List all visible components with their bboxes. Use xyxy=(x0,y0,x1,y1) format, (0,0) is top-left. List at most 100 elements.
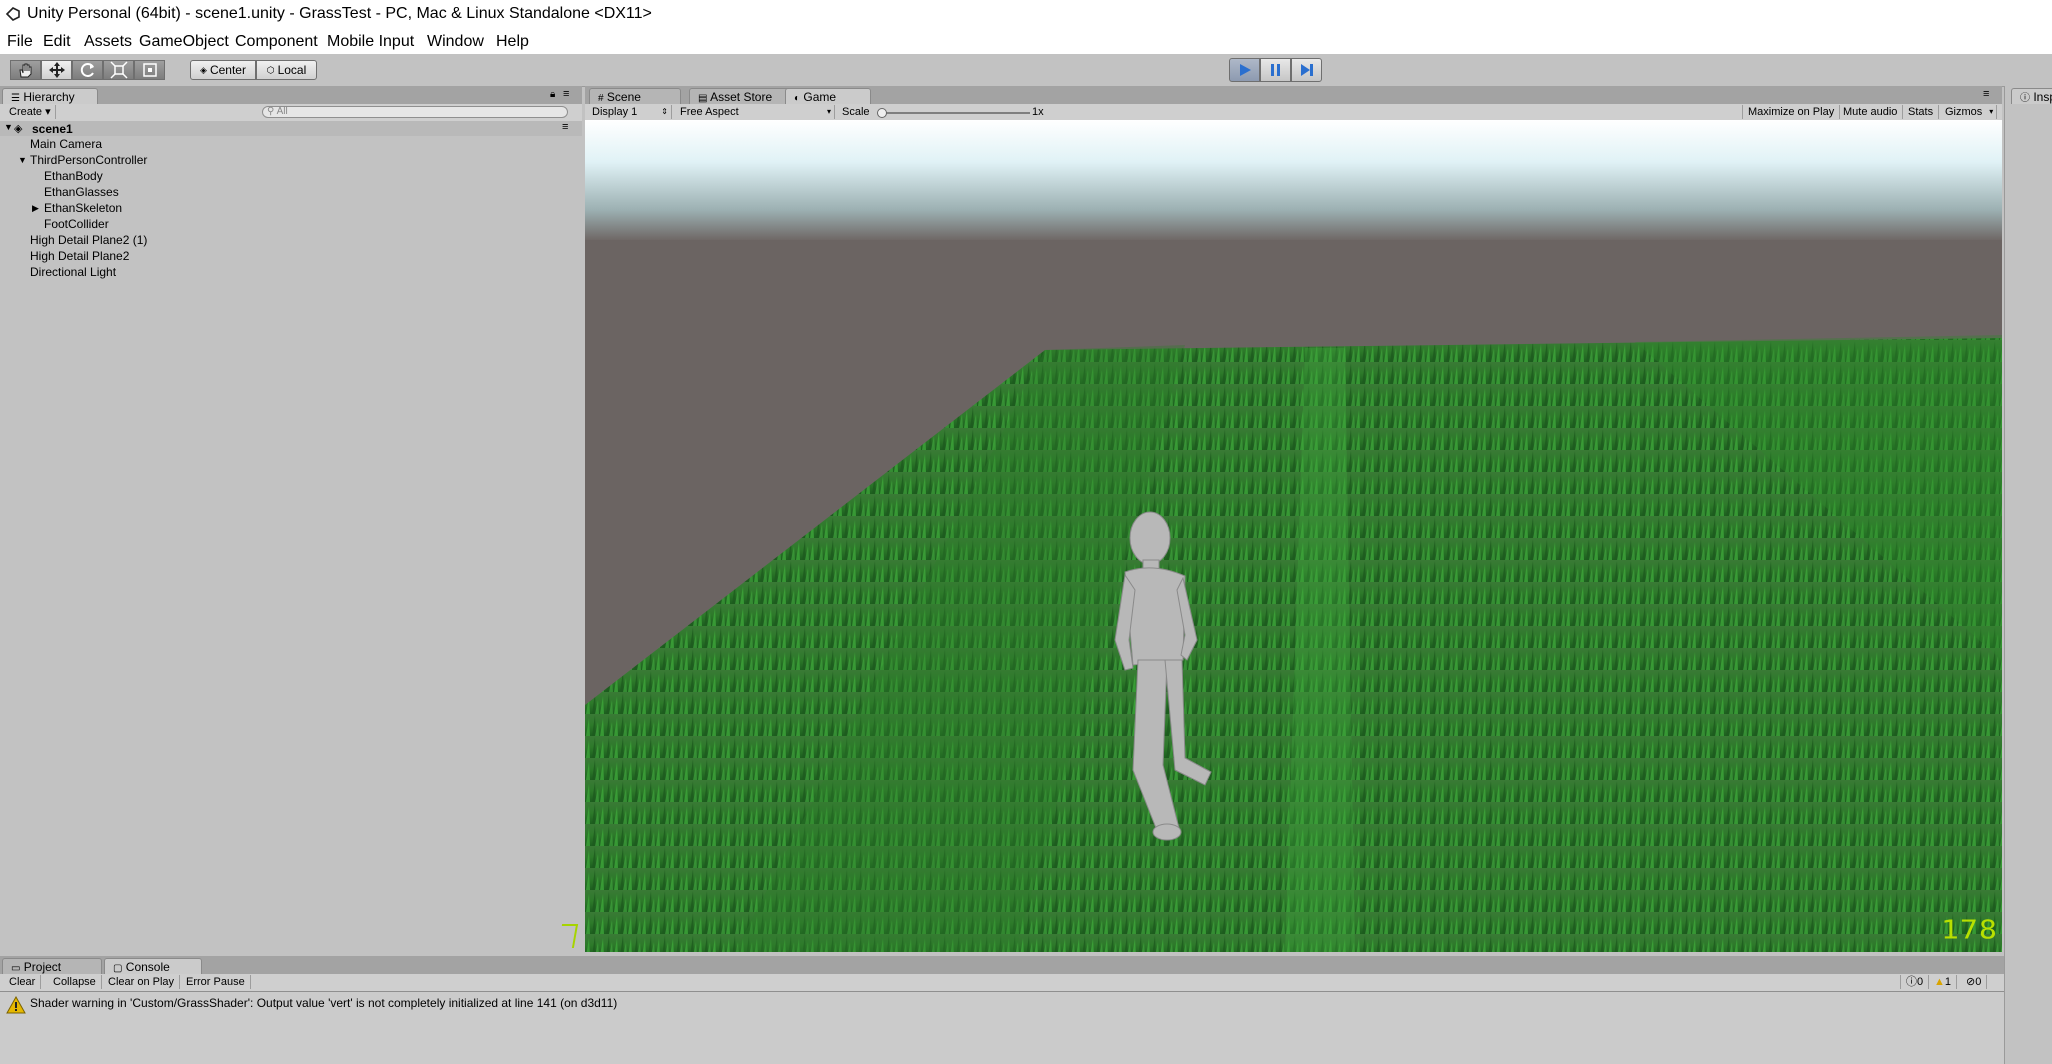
pause-button[interactable] xyxy=(1260,58,1291,82)
scale-label: Scale xyxy=(842,106,870,118)
console-collapse-toggle[interactable]: Collapse xyxy=(48,975,102,989)
step-icon xyxy=(1300,64,1313,76)
pivot-center-button[interactable]: ◈ Center xyxy=(190,60,256,80)
tab-hierarchy[interactable]: ☰ Hierarchy xyxy=(2,88,98,104)
space-local-button[interactable]: ⬡ Local xyxy=(256,60,317,80)
warning-filter-toggle[interactable]: ▲1 xyxy=(1929,975,1958,989)
gizmos-dropdown[interactable]: Gizmos ▾ xyxy=(1940,105,1998,119)
collapse-arrow-icon[interactable]: ▶ xyxy=(32,203,39,214)
tab-scene[interactable]: # Scene xyxy=(589,88,681,104)
scene-header-row[interactable]: ▼ ◈ scene1 ≡ xyxy=(0,121,582,136)
panel-menu-icon[interactable]: ≡ xyxy=(563,88,569,100)
clear-on-play-label: Clear on Play xyxy=(108,976,175,988)
window-title: Unity Personal (64bit) - scene1.unity - … xyxy=(27,5,652,22)
error-count: 0 xyxy=(1975,976,1982,988)
local-space-icon: ⬡ xyxy=(266,64,275,75)
menu-mobile-input[interactable]: Mobile Input xyxy=(327,33,414,51)
hierarchy-search-input[interactable]: ⚲ All xyxy=(262,106,568,118)
menu-file[interactable]: File xyxy=(7,33,33,51)
search-placeholder: All xyxy=(276,106,288,117)
stats-toggle[interactable]: Stats xyxy=(1903,105,1940,119)
pause-icon xyxy=(1270,64,1280,76)
expand-arrow-icon[interactable]: ▼ xyxy=(18,155,27,165)
menu-window[interactable]: Window xyxy=(427,33,484,51)
hierarchy-item-label: ThirdPersonController xyxy=(30,153,148,167)
tab-console[interactable]: ▢ Console xyxy=(104,958,202,974)
play-button[interactable] xyxy=(1229,58,1260,82)
hierarchy-item[interactable]: Main Camera xyxy=(30,137,102,151)
hierarchy-item[interactable]: High Detail Plane2 (1) xyxy=(30,233,147,247)
menu-edit[interactable]: Edit xyxy=(43,33,71,51)
menu-assets[interactable]: Assets xyxy=(84,33,132,51)
pivot-label: Center xyxy=(209,63,246,77)
info-bubble-icon: ⓘ xyxy=(1906,976,1917,988)
scale-slider[interactable] xyxy=(877,108,1030,118)
scale-slider-handle[interactable] xyxy=(877,108,887,118)
hierarchy-item-label: Main Camera xyxy=(30,137,103,151)
stats-label: Stats xyxy=(1908,106,1934,118)
gizmos-label: Gizmos xyxy=(1945,106,1983,118)
move-tool-icon xyxy=(48,62,65,78)
title-bar: Unity Personal (64bit) - scene1.unity - … xyxy=(0,0,2052,30)
hierarchy-item-label: High Detail Plane2 (1) xyxy=(30,233,148,247)
warning-icon xyxy=(6,996,26,1014)
tab-project[interactable]: ▭ Project xyxy=(2,958,102,974)
rotate-tool-button[interactable] xyxy=(72,60,103,80)
tab-asset-store[interactable]: ▤ Asset Store xyxy=(689,88,791,104)
mute-audio-toggle[interactable]: Mute audio xyxy=(1838,105,1904,119)
rect-tool-button[interactable] xyxy=(134,60,165,80)
pivot-icon: ◈ xyxy=(200,64,207,75)
aspect-dropdown[interactable]: Free Aspect ▾ xyxy=(675,105,835,119)
expand-arrow-icon[interactable]: ▼ xyxy=(4,122,13,132)
error-filter-toggle[interactable]: ⊘0 xyxy=(1961,975,1988,989)
collapse-label: Collapse xyxy=(53,976,96,988)
inspector-panel: ⓘ Insp xyxy=(2004,86,2052,1064)
hierarchy-item[interactable]: EthanGlasses xyxy=(44,185,119,199)
console-message: Shader warning in 'Custom/GrassShader': … xyxy=(30,996,618,1010)
hierarchy-item[interactable]: EthanBody xyxy=(44,169,103,183)
unity-logo-icon xyxy=(5,7,20,21)
info-filter-toggle[interactable]: ⓘ0 xyxy=(1900,975,1930,989)
space-label: Local xyxy=(277,63,307,77)
hand-tool-button[interactable] xyxy=(10,60,41,80)
console-log-entry[interactable]: Shader warning in 'Custom/GrassShader': … xyxy=(4,996,2004,1018)
lock-icon[interactable]: 🔒︎ xyxy=(550,89,555,100)
rect-tool-icon xyxy=(142,63,157,77)
panel-menu-icon[interactable]: ≡ xyxy=(1983,88,1989,100)
hierarchy-item[interactable]: High Detail Plane2 xyxy=(30,249,129,263)
maximize-on-play-toggle[interactable]: Maximize on Play xyxy=(1742,105,1841,119)
menu-component[interactable]: Component xyxy=(235,33,318,51)
pacman-icon: ◐ xyxy=(794,93,801,104)
tab-project-label: Project xyxy=(23,960,62,974)
hand-tool-icon xyxy=(18,63,31,78)
hierarchy-item[interactable]: Directional Light xyxy=(30,265,116,279)
dropdown-arrow-icon: ▾ xyxy=(826,107,831,116)
menu-help[interactable]: Help xyxy=(496,33,529,51)
step-button[interactable] xyxy=(1291,58,1322,82)
hierarchy-item-label: EthanSkeleton xyxy=(44,201,123,215)
console-icon: ▢ xyxy=(113,963,123,974)
fps-counter: 178 xyxy=(1940,915,1998,946)
tab-game[interactable]: ◐ Game xyxy=(785,88,871,104)
tab-inspector[interactable]: ⓘ Insp xyxy=(2011,88,2052,104)
hierarchy-tabstrip: ☰ Hierarchy 🔒︎ ≡ xyxy=(0,86,582,105)
maximize-label: Maximize on Play xyxy=(1748,106,1835,118)
play-icon xyxy=(1239,64,1251,76)
scale-tool-button[interactable] xyxy=(103,60,134,80)
hierarchy-subbar: Create ▾ ⚲ All xyxy=(0,104,582,122)
console-clear-on-play-toggle[interactable]: Clear on Play xyxy=(103,975,181,989)
tab-console-label: Console xyxy=(125,960,170,974)
hierarchy-item[interactable]: ▼ ThirdPersonController xyxy=(18,153,148,167)
scene-menu-icon[interactable]: ≡ xyxy=(562,121,568,133)
create-dropdown[interactable]: Create ▾ xyxy=(4,105,56,119)
scale-tool-icon xyxy=(109,61,128,79)
hierarchy-item[interactable]: ▶ EthanSkeleton xyxy=(32,201,123,215)
menu-gameobject[interactable]: GameObject xyxy=(139,33,229,51)
tab-asset-store-label: Asset Store xyxy=(710,90,773,104)
console-clear-button[interactable]: Clear xyxy=(4,975,42,989)
display-dropdown[interactable]: Display 1 ⇕ xyxy=(587,105,672,119)
game-view[interactable]: 178 xyxy=(585,120,2002,952)
console-error-pause-toggle[interactable]: Error Pause xyxy=(181,975,251,989)
hierarchy-item[interactable]: FootCollider xyxy=(44,217,109,231)
move-tool-button[interactable] xyxy=(41,60,72,80)
